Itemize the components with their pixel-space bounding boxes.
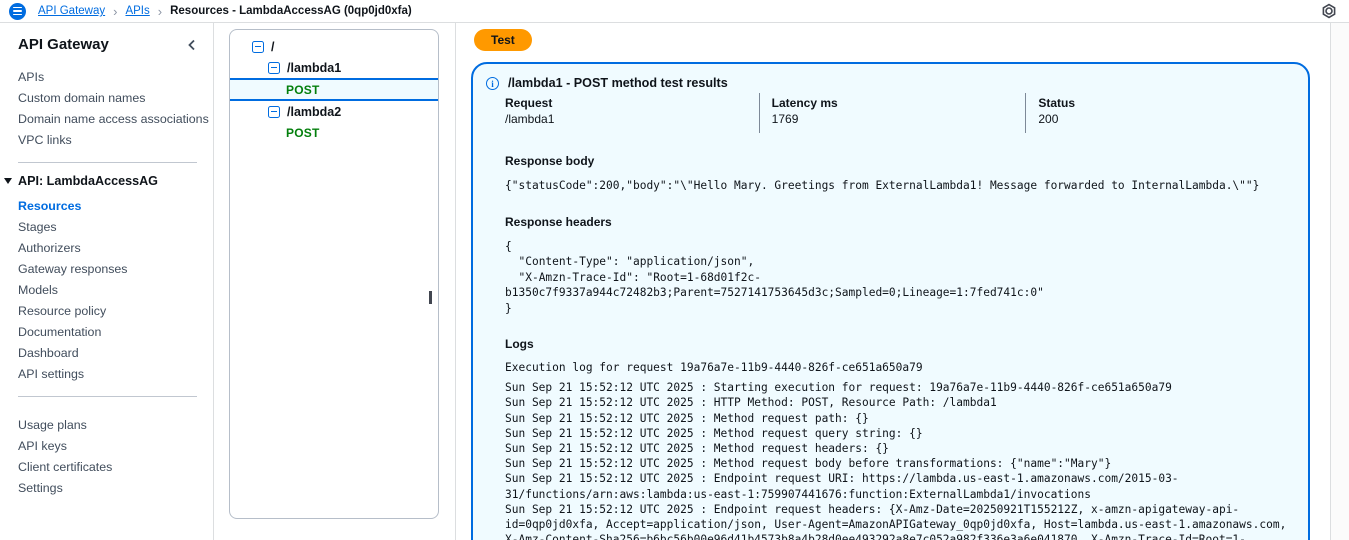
method-test-panel: Test /lambda1 - POST method test results… (456, 23, 1330, 540)
log-line: Sun Sep 21 15:52:12 UTC 2025 : Method re… (505, 426, 923, 440)
sidebar-divider (18, 162, 197, 163)
sidebar-item-settings[interactable]: Settings (18, 478, 199, 499)
top-navigation-bar: API Gateway APIs Resources - LambdaAcces… (0, 0, 1349, 23)
log-line: Sun Sep 21 15:52:12 UTC 2025 : Method re… (505, 457, 1112, 471)
breadcrumb-separator-icon (158, 4, 162, 19)
side-navigation: API Gateway APIs Custom domain names Dom… (0, 23, 214, 540)
tree-node-lambda2-post[interactable]: POST (230, 122, 438, 143)
resources-tree-card: / /lambda1 POST /lambda2 POST (229, 29, 439, 519)
breadcrumb: API Gateway APIs Resources - LambdaAcces… (38, 4, 412, 19)
sidebar-item-documentation[interactable]: Documentation (18, 322, 199, 343)
log-line: Sun Sep 21 15:52:12 UTC 2025 : Starting … (505, 381, 1172, 395)
log-line: Sun Sep 21 15:52:12 UTC 2025 : Method re… (505, 411, 869, 425)
sidebar-api-section-heading[interactable]: API: LambdaAccessAG (4, 174, 199, 188)
summary-request: Request /lambda1 (505, 96, 555, 126)
sidebar-title: API Gateway (18, 36, 109, 53)
caret-down-icon (4, 178, 12, 184)
sidebar-item-api-keys[interactable]: API keys (18, 436, 199, 457)
log-line: Execution log for request 19a76a7e-11b9-… (505, 361, 923, 374)
test-results-title: /lambda1 - POST method test results (508, 76, 728, 90)
response-body-value: {"statusCode":200,"body":"\"Hello Mary. … (505, 179, 1260, 192)
resources-tree-panel: / /lambda1 POST /lambda2 POST (214, 23, 456, 540)
sidebar-item-resource-policy[interactable]: Resource policy (18, 301, 199, 322)
response-body-label: Response body (505, 154, 595, 168)
sidebar-item-usage-plans[interactable]: Usage plans (18, 415, 199, 436)
sidebar-item-models[interactable]: Models (18, 280, 199, 301)
response-headers-label: Response headers (505, 214, 612, 229)
sidebar-item-custom-domain-names[interactable]: Custom domain names (18, 88, 199, 109)
test-button[interactable]: Test (474, 29, 532, 51)
panel-resize-handle[interactable] (429, 291, 432, 304)
right-tools-rail (1330, 23, 1349, 540)
sidebar-item-stages[interactable]: Stages (18, 217, 199, 238)
execution-logs: Execution log for request 19a76a7e-11b9-… (505, 360, 1292, 540)
sidebar-item-api-settings[interactable]: API settings (18, 364, 199, 385)
summary-status: Status 200 (1025, 93, 1292, 133)
log-line: Sun Sep 21 15:52:12 UTC 2025 : Endpoint … (505, 502, 1287, 540)
hamburger-menu-icon[interactable] (9, 2, 26, 20)
log-line: Sun Sep 21 15:52:12 UTC 2025 : Method re… (505, 442, 889, 456)
breadcrumb-link-api-gateway[interactable]: API Gateway (38, 5, 105, 17)
sidebar-item-gateway-responses[interactable]: Gateway responses (18, 259, 199, 280)
sidebar-item-dashboard[interactable]: Dashboard (18, 343, 199, 364)
test-results-panel: /lambda1 - POST method test results Requ… (471, 62, 1310, 540)
sidebar-item-client-certificates[interactable]: Client certificates (18, 457, 199, 478)
sidebar-item-resources[interactable]: Resources (18, 196, 199, 217)
sidebar-item-authorizers[interactable]: Authorizers (18, 238, 199, 259)
tree-node-lambda1[interactable]: /lambda1 (230, 57, 438, 78)
collapse-sidebar-icon[interactable] (185, 38, 199, 52)
collapse-toggle-icon[interactable] (268, 105, 280, 118)
info-icon (486, 77, 499, 90)
breadcrumb-current-page: Resources - LambdaAccessAG (0qp0jd0xfa) (170, 5, 412, 17)
logs-label: Logs (505, 337, 534, 351)
tree-node-lambda1-post[interactable]: POST (230, 78, 438, 101)
breadcrumb-separator-icon (113, 4, 117, 19)
tree-node-lambda2[interactable]: /lambda2 (230, 101, 438, 122)
test-summary-row: Request /lambda1 Latency ms 1769 Status … (505, 93, 1292, 133)
log-line: Sun Sep 21 15:52:12 UTC 2025 : Endpoint … (505, 472, 1179, 501)
sidebar-divider (18, 396, 197, 397)
sidebar-item-apis[interactable]: APIs (18, 67, 199, 88)
sidebar-item-domain-name-access-associations[interactable]: Domain name access associations (18, 109, 209, 130)
tree-node-root[interactable]: / (230, 36, 438, 57)
breadcrumb-link-apis[interactable]: APIs (125, 5, 149, 17)
response-headers-value: { "Content-Type": "application/json", "X… (505, 239, 1044, 315)
log-line: Sun Sep 21 15:52:12 UTC 2025 : HTTP Meth… (505, 396, 997, 410)
summary-latency: Latency ms 1769 (758, 93, 1026, 133)
sidebar-item-vpc-links[interactable]: VPC links (18, 130, 199, 151)
gear-icon[interactable] (1321, 3, 1337, 19)
collapse-toggle-icon[interactable] (252, 40, 264, 53)
collapse-toggle-icon[interactable] (268, 61, 280, 74)
